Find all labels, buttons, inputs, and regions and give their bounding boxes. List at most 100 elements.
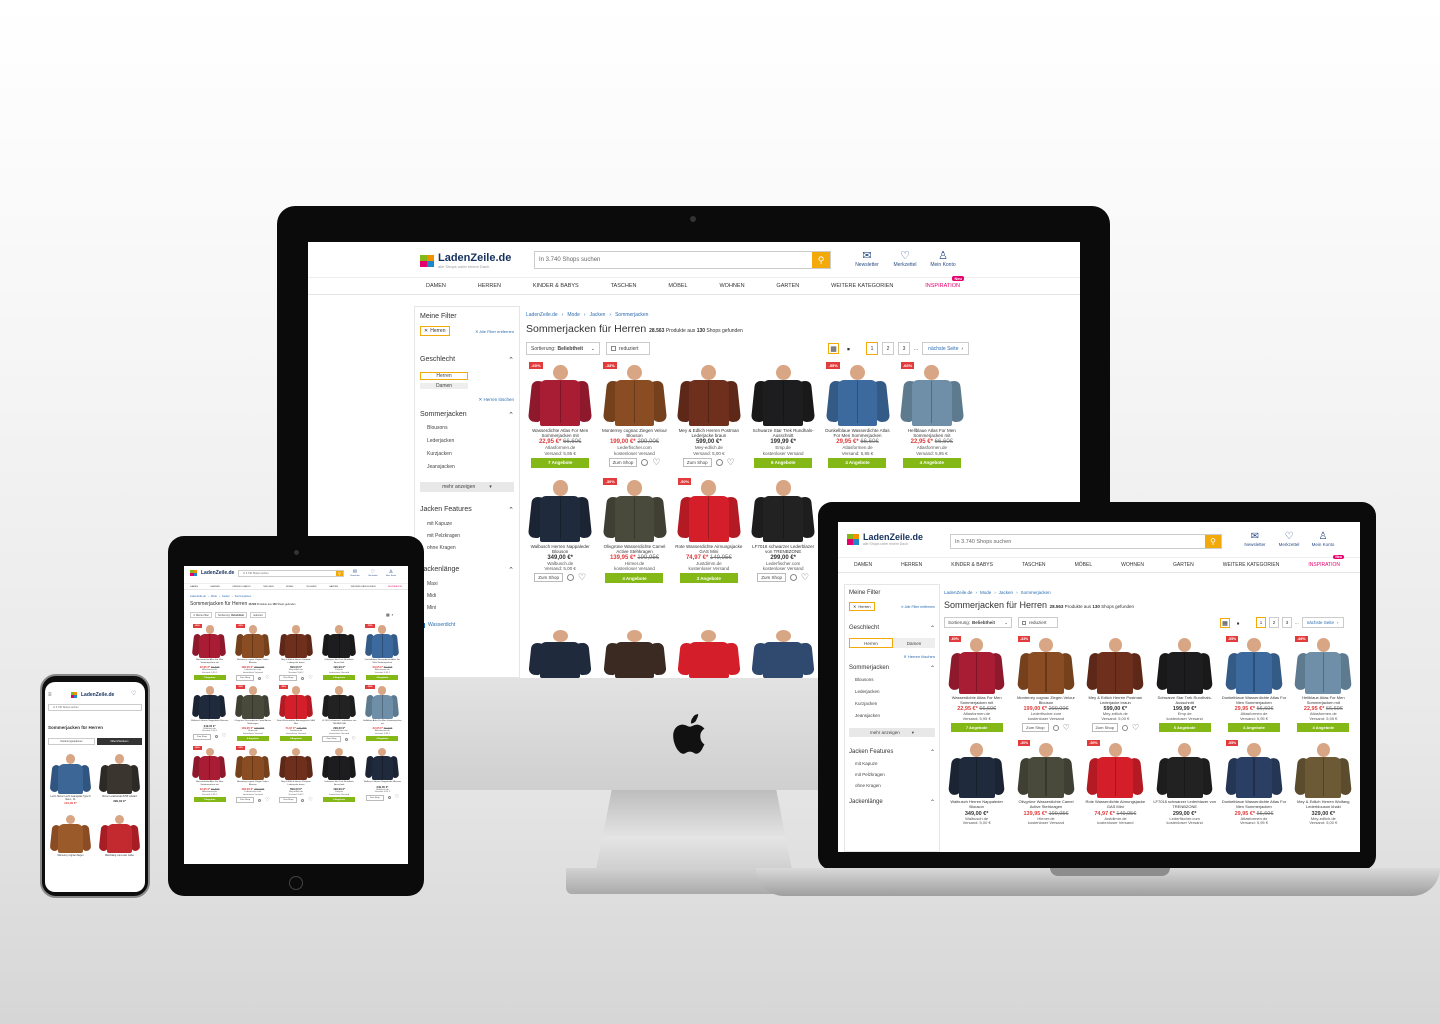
gender-clear[interactable]: ✕ Herren löschen [420, 397, 514, 403]
nav-item-taschen[interactable]: TASCHEN [263, 586, 273, 588]
to-shop-button[interactable]: Zum Shop [236, 797, 255, 804]
section-length[interactable]: Jackenlänge ⌃ [420, 566, 514, 574]
offers-button[interactable]: 4 Angebote [366, 736, 399, 742]
product-card[interactable]: -50% Rote Wasserdichte Airnungsjacke GAS… [675, 477, 743, 584]
site-logo[interactable]: LadenZeile.de [71, 692, 114, 698]
filter-option[interactable]: Blousons [855, 674, 935, 686]
nav-item-garten[interactable]: GARTEN [1173, 562, 1194, 568]
nav-item-damen[interactable]: DAMEN [190, 586, 198, 588]
account-link[interactable]: ♙ Mein Konto [1310, 531, 1336, 547]
to-shop-button[interactable]: Zum Shop [192, 733, 211, 740]
gender-option-damen[interactable]: Damen [420, 383, 468, 389]
nav-item-moebel[interactable]: MÖBEL [668, 283, 687, 289]
page-button[interactable]: 1 [866, 342, 878, 355]
show-more-button[interactable]: mehr anzeigen ▾ [420, 482, 514, 492]
sort-select[interactable]: Sortierung: Beliebtheit [215, 612, 248, 618]
nav-item-weitere[interactable]: WEITERE KATEGORIEN [831, 283, 893, 289]
offers-button[interactable]: 4 Angebote [605, 573, 664, 584]
site-logo[interactable]: LadenZeile.de [190, 570, 234, 576]
nav-item-herren[interactable]: HERREN [211, 586, 220, 588]
next-page-button[interactable]: nächste Seite › [1301, 617, 1344, 628]
product-card[interactable] [675, 628, 743, 678]
info-icon[interactable] [258, 798, 262, 802]
site-logo[interactable]: LadenZeile.de alle Shops unter einem Dac… [420, 252, 511, 269]
search-input[interactable]: In 3.740 Shops suchen [239, 571, 336, 576]
page-button[interactable]: 2 [1269, 617, 1279, 628]
product-card[interactable]: -55% Dunkelblaue Wasserdichte Atlas For … [823, 362, 891, 468]
filter-option[interactable]: mit Pelzkragen [855, 769, 935, 780]
grid-small-icon[interactable]: ▦ [828, 343, 839, 354]
heart-icon[interactable]: ♡ [131, 690, 136, 697]
sort-select[interactable]: Sortierung: Beliebtheit ⌄ [526, 342, 600, 355]
product-card[interactable]: -50% Rote Wasserdichte Airnungsjacke GAS… [276, 685, 315, 742]
info-icon[interactable] [641, 458, 649, 466]
filter-option[interactable]: Mini [427, 602, 514, 614]
offers-button[interactable]: 4 Angebote [828, 457, 887, 468]
product-card[interactable]: -55% Dunkelblaue Wasserdichte Atlas For … [1221, 636, 1286, 733]
section-sommerjacken[interactable]: Sommerjacken ⌃ [420, 411, 514, 419]
offers-button[interactable]: 4 Angebote [902, 457, 961, 468]
product-card[interactable]: -55% Dunkelblaue Wasserdichte Atlas For … [1221, 740, 1286, 825]
gender-option-herren[interactable]: Herren [849, 638, 893, 648]
wishlist-link[interactable]: ♡ Merkzettel [1276, 531, 1302, 547]
product-card[interactable]: Mey & Edlich Herren Postman Lederjacke b… [276, 746, 315, 804]
search-button[interactable]: ⚲ [336, 571, 343, 576]
heart-icon[interactable]: ♡ [265, 675, 269, 681]
nav-item-damen[interactable]: DAMEN [426, 283, 446, 289]
heart-icon[interactable]: ♡ [308, 675, 312, 681]
heart-icon[interactable]: ♡ [308, 797, 312, 803]
nav-item-weitere[interactable]: WEITERE KATEGORIEN [351, 586, 376, 588]
to-shop-button[interactable]: Zum Shop [757, 573, 786, 583]
page-button[interactable]: 2 [882, 342, 894, 355]
breadcrumb-item[interactable]: LadenZeile.de [190, 595, 206, 598]
section-sommerjacken[interactable]: Sommerjacken ⌃ [849, 665, 935, 672]
product-card[interactable]: Mey & Edlich Herren Postman Lederjacke b… [1083, 636, 1148, 733]
show-more-button[interactable]: mehr anzeigen ▾ [849, 728, 935, 737]
breadcrumb-item[interactable]: LadenZeile.de [944, 590, 973, 595]
newsletter-link[interactable]: ✉ Newsletter [854, 249, 880, 268]
filter-option[interactable]: Maxi [427, 578, 514, 590]
reduced-toggle[interactable]: reduziert [1018, 617, 1058, 628]
breadcrumb-item[interactable]: Jacken [590, 312, 606, 318]
product-card[interactable]: -60% Wasserdichte Atlas For Men Sommerja… [944, 636, 1009, 733]
filter-option[interactable]: Jeansjacken [855, 710, 935, 722]
section-features[interactable]: Jacken Features ⌃ [420, 506, 514, 514]
offers-button[interactable]: 7 Angebote [193, 797, 226, 803]
nav-item-kinder[interactable]: KINDER & BABYS [951, 562, 993, 568]
info-icon[interactable] [301, 798, 305, 802]
product-card[interactable]: -30% Olivgrüne Wasserdichte Camel Active… [233, 685, 272, 742]
filter-option[interactable]: Midi [427, 590, 514, 602]
page-button[interactable]: 3 [1282, 617, 1292, 628]
info-icon[interactable] [1121, 724, 1128, 731]
heart-icon[interactable]: ♡ [265, 797, 269, 803]
newsletter-link[interactable]: ✉ Newsletter [1242, 531, 1268, 547]
breadcrumb-item[interactable]: Mode [211, 595, 217, 598]
to-shop-button[interactable]: Zum Shop [608, 457, 638, 467]
home-button[interactable] [289, 876, 303, 890]
section-geschlecht[interactable]: Geschlecht ⌃ [420, 356, 514, 364]
to-shop-button[interactable]: Zum Shop [236, 675, 255, 682]
grid-large-icon[interactable]: ▪ [1233, 618, 1243, 628]
nav-item-wohnen[interactable]: WOHNEN [1121, 562, 1144, 568]
info-icon[interactable] [387, 796, 391, 800]
to-shop-button[interactable]: Zum Shop [365, 794, 384, 801]
to-shop-button[interactable]: Zum Shop [682, 457, 712, 467]
product-card[interactable]: Schwarze Star Trek Rundhals-Ausschnitt 1… [320, 624, 359, 681]
product-card[interactable]: Monterrey cognac Ziegen [48, 813, 93, 858]
search-button[interactable]: ⚲ [812, 252, 830, 268]
product-card[interactable]: Schwarze Star Trek Rundhals-Ausschnitt 1… [320, 746, 359, 803]
heart-icon[interactable]: ♡ [222, 734, 226, 739]
heart-icon[interactable]: ♡ [801, 573, 809, 582]
product-card[interactable]: Mainhilang rote Leder Jacke [97, 813, 142, 858]
account-link[interactable]: ♙ Mein Konto [384, 569, 398, 577]
product-card[interactable]: Mey & Edlich Herren Wolfang Lederblouson… [1291, 740, 1356, 825]
grid-small-icon[interactable]: ▦ [386, 612, 390, 617]
nav-item-damen[interactable]: DAMEN [854, 562, 872, 568]
offers-button[interactable]: 6 Angebote [754, 457, 813, 468]
to-shop-button[interactable]: Zum Shop [534, 573, 563, 583]
section-features[interactable]: Jacken Features ⌃ [849, 749, 935, 756]
search-input[interactable]: In 3.740 Shops suchen [49, 705, 141, 710]
nav-item-inspiration[interactable]: INSPIRATION Neu [925, 276, 964, 289]
product-card[interactable]: Schwarze Star Trek Rundhals-Ausschnitt 1… [749, 362, 817, 468]
filter-option[interactable]: Kurzjacken [855, 698, 935, 710]
